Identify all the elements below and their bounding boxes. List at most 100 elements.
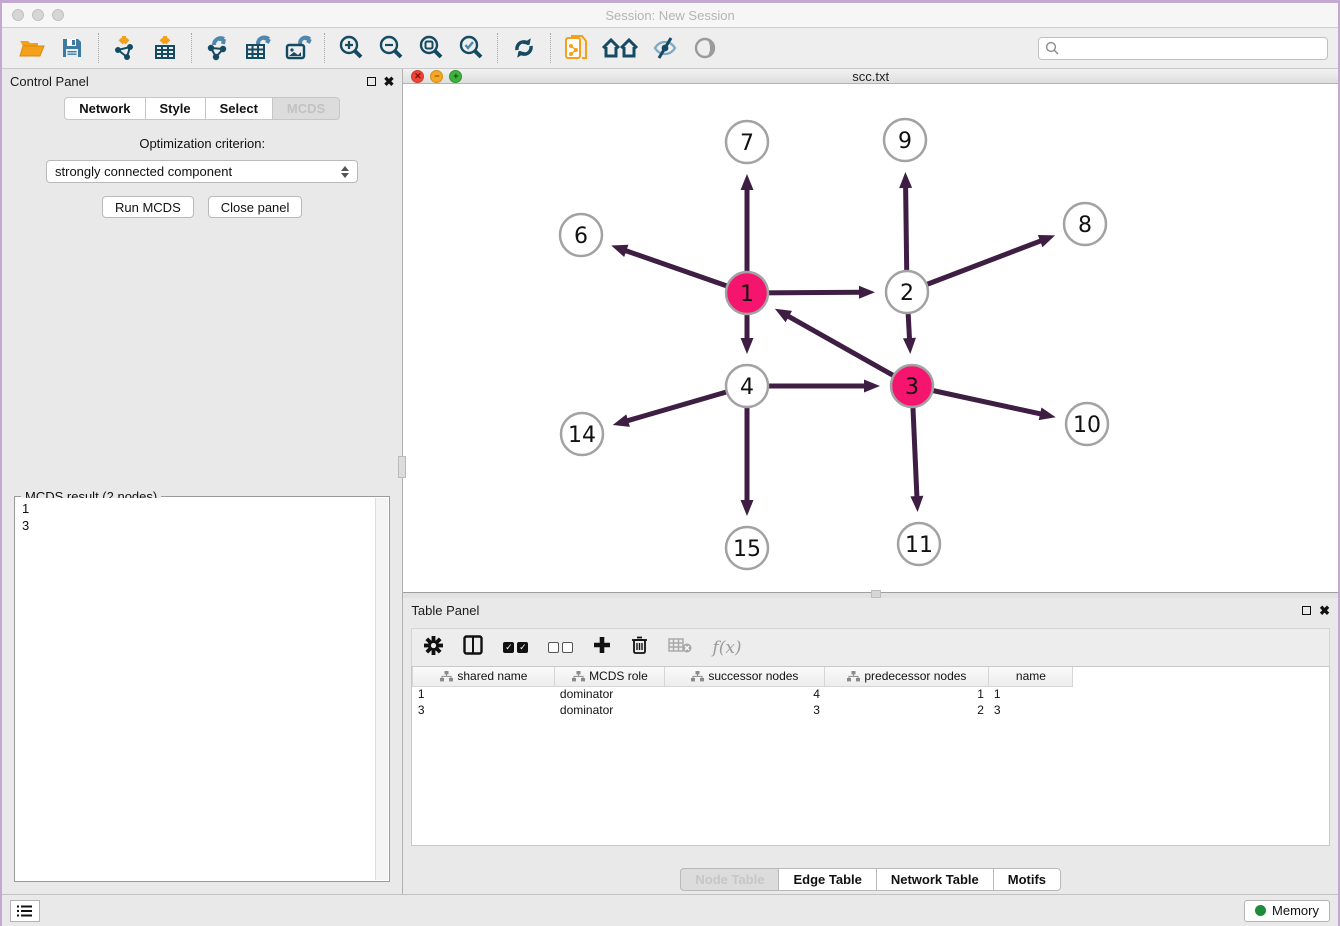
add-column-button[interactable] (593, 636, 611, 659)
cell-name[interactable]: 3 (989, 702, 1073, 718)
cell-mcds-role[interactable]: dominator (555, 702, 665, 718)
search-box[interactable] (1038, 37, 1328, 60)
table-settings-button[interactable] (424, 636, 443, 660)
zoom-fit-icon (418, 35, 444, 61)
tab-motifs[interactable]: Motifs (993, 868, 1061, 891)
arrowhead-icon (741, 338, 754, 354)
float-panel-icon[interactable] (367, 77, 376, 86)
table-panel-title: Table Panel (411, 603, 479, 618)
arrowhead-icon (859, 286, 875, 299)
export-network-button[interactable] (198, 31, 238, 65)
network-minimize-icon[interactable]: − (430, 70, 443, 83)
graph-node-label: 9 (898, 129, 912, 154)
unchecked-box-icon (548, 642, 559, 653)
cell-successor-nodes[interactable]: 3 (665, 702, 825, 718)
clone-network-icon (564, 34, 590, 62)
network-close-icon[interactable]: ✕ (411, 70, 424, 83)
toolbar-separator (550, 33, 551, 63)
tab-edge-table[interactable]: Edge Table (778, 868, 875, 891)
columns-icon (463, 635, 483, 655)
hide-all-columns-button[interactable] (548, 642, 573, 653)
splitter-handle[interactable] (398, 456, 406, 478)
delete-table-button[interactable] (668, 637, 692, 658)
column-header-mcds-role[interactable]: MCDS role (555, 667, 665, 686)
run-mcds-button[interactable]: Run MCDS (102, 196, 194, 218)
refresh-button[interactable] (504, 31, 544, 65)
network-window-titlebar[interactable]: ✕ − + scc.txt (403, 69, 1338, 84)
import-network-button[interactable] (105, 31, 145, 65)
cell-shared-name[interactable]: 3 (413, 702, 555, 718)
column-header-name[interactable]: name (989, 667, 1073, 686)
cell-predecessor-nodes[interactable]: 1 (825, 686, 989, 702)
zoom-selected-button[interactable] (451, 31, 491, 65)
zoom-in-button[interactable] (331, 31, 371, 65)
hide-graphics-details-button[interactable] (645, 31, 685, 65)
table-row[interactable]: 3 dominator 3 2 3 (413, 702, 1073, 718)
plus-icon (593, 636, 611, 654)
memory-button[interactable]: Memory (1244, 900, 1330, 922)
unchecked-box-icon (562, 642, 573, 653)
task-history-button[interactable] (10, 900, 40, 922)
search-input[interactable] (1060, 39, 1321, 57)
split-table-button[interactable] (463, 635, 483, 660)
arrowhead-icon (1038, 235, 1055, 247)
network-window-title: scc.txt (403, 69, 1338, 84)
column-header-shared-name[interactable]: shared name (413, 667, 555, 686)
column-header-predecessor-nodes[interactable]: predecessor nodes (825, 667, 989, 686)
arrowhead-icon (900, 172, 913, 188)
home-button[interactable] (597, 31, 645, 65)
macos-titlebar: Session: New Session (2, 3, 1338, 28)
select-stepper-icon (341, 166, 349, 178)
arrowhead-icon (613, 414, 630, 426)
home-icon (601, 37, 641, 59)
result-scrollbar[interactable] (375, 498, 388, 880)
close-panel-icon[interactable]: ✖ (1319, 606, 1330, 615)
show-all-columns-button[interactable]: ✓ ✓ (503, 642, 528, 653)
cell-shared-name[interactable]: 1 (413, 686, 555, 702)
tab-network-table[interactable]: Network Table (876, 868, 993, 891)
tab-network[interactable]: Network (64, 97, 144, 120)
show-graphics-details-button[interactable] (685, 31, 725, 65)
list-icon (17, 904, 33, 918)
cell-mcds-role[interactable]: dominator (555, 686, 665, 702)
cell-name[interactable]: 1 (989, 686, 1073, 702)
optimization-criterion-select[interactable]: strongly connected component (46, 160, 358, 183)
tab-node-table[interactable]: Node Table (680, 868, 778, 891)
graph-node-label: 2 (900, 281, 914, 306)
close-panel-icon[interactable]: ✖ (384, 77, 395, 86)
mcds-result-box: MCDS result (2 nodes) 1 3 (14, 496, 390, 882)
control-panel-title: Control Panel (10, 74, 89, 89)
function-builder-button[interactable]: f(x) (712, 638, 741, 658)
import-table-button[interactable] (145, 31, 185, 65)
tab-mcds[interactable]: MCDS (272, 97, 340, 120)
export-image-button[interactable] (278, 31, 318, 65)
checked-box-icon: ✓ (517, 642, 528, 653)
node-table[interactable]: shared name MCDS role successor nodes pr… (411, 666, 1330, 846)
cell-predecessor-nodes[interactable]: 2 (825, 702, 989, 718)
network-graph[interactable]: 7968124314101511 (403, 84, 1337, 587)
table-row[interactable]: 1 dominator 4 1 1 (413, 686, 1073, 702)
refresh-icon (512, 36, 536, 60)
cell-successor-nodes[interactable]: 4 (665, 686, 825, 702)
delete-column-button[interactable] (631, 635, 648, 660)
hierarchy-icon (440, 671, 453, 682)
zoom-out-button[interactable] (371, 31, 411, 65)
tab-select[interactable]: Select (205, 97, 272, 120)
clone-network-button[interactable] (557, 31, 597, 65)
network-canvas[interactable]: 7968124314101511 (403, 84, 1338, 592)
splitter-grip[interactable] (871, 590, 881, 598)
open-session-button[interactable] (12, 31, 52, 65)
export-table-button[interactable] (238, 31, 278, 65)
zoom-fit-button[interactable] (411, 31, 451, 65)
mcds-result-text[interactable]: 1 3 (16, 498, 388, 880)
column-header-successor-nodes[interactable]: successor nodes (665, 667, 825, 686)
zoom-out-icon (378, 35, 404, 61)
tab-style[interactable]: Style (145, 97, 205, 120)
network-maximize-icon[interactable]: + (449, 70, 462, 83)
float-panel-icon[interactable] (1302, 606, 1311, 615)
arrowhead-icon (903, 338, 916, 354)
close-panel-button[interactable]: Close panel (208, 196, 303, 218)
graph-node-label: 10 (1073, 413, 1101, 438)
save-session-button[interactable] (52, 31, 92, 65)
import-table-icon (152, 35, 178, 61)
